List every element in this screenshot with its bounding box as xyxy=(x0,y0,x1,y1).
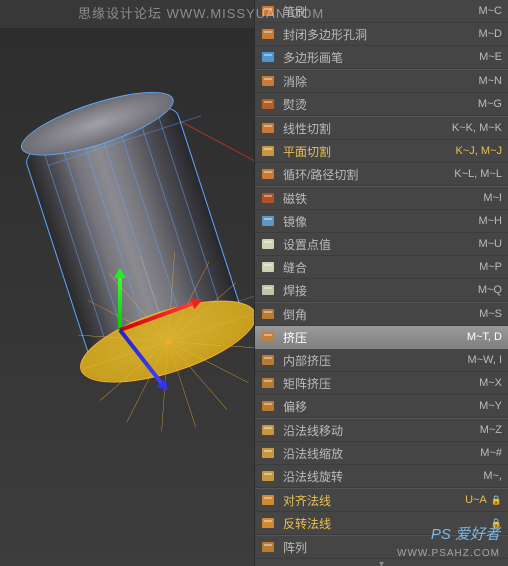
menu-shortcut: M~Q xyxy=(478,284,502,296)
menu-label: 磁铁 xyxy=(283,190,477,207)
matrix-ext-icon xyxy=(259,374,277,392)
menu-label: 缝合 xyxy=(283,259,473,276)
menu-shortcut: M~Z xyxy=(480,424,502,436)
magnet-icon xyxy=(259,189,277,207)
mirror-icon xyxy=(259,212,277,230)
menu-label: 挤压 xyxy=(283,329,461,346)
menu-item-mirror[interactable]: 镜像 M~H xyxy=(255,210,508,233)
menu-label: 倒角 xyxy=(283,306,473,323)
menu-item-normal-move[interactable]: 沿法线移动 M~Z xyxy=(255,419,508,442)
menu-item-extrude[interactable]: 挤压 M~T, D xyxy=(255,326,508,349)
menu-shortcut: M~U xyxy=(478,238,502,250)
normal-scale-icon xyxy=(259,444,277,462)
menu-label: 循环/路径切割 xyxy=(283,166,448,183)
menu-shortcut: K~L, M~L xyxy=(454,168,502,180)
menu-shortcut: M~T, D xyxy=(467,331,502,343)
menu-shortcut: K~J, M~J xyxy=(456,145,502,157)
menu-item-stitch[interactable]: 缝合 M~P xyxy=(255,256,508,279)
menu-shortcut: M~, xyxy=(483,470,502,482)
menu-label: 设置点值 xyxy=(283,236,472,253)
context-menu: 笔刷M~C封闭多边形孔洞M~D多边形画笔M~E消除M~N熨烫M~G线性切割K~K… xyxy=(254,0,508,566)
flip-norm-icon xyxy=(259,514,277,532)
menu-label: 内部挤压 xyxy=(283,352,461,369)
menu-item-normal-scale[interactable]: 沿法线缩放 M~# xyxy=(255,442,508,465)
menu-label: 偏移 xyxy=(283,398,473,415)
iron-icon xyxy=(259,95,277,113)
menu-shortcut: M~D xyxy=(478,28,502,40)
weld-icon xyxy=(259,281,277,299)
menu-item-knife[interactable]: 线性切割 K~K, M~K xyxy=(255,117,508,140)
menu-item-inner-ext[interactable]: 内部挤压 M~W, I xyxy=(255,349,508,372)
menu-shortcut: M~S xyxy=(479,308,502,320)
menu-shortcut: M~I xyxy=(483,192,502,204)
menu-label: 消除 xyxy=(283,73,472,90)
axis-gizmo[interactable] xyxy=(120,330,122,332)
align-norm-icon xyxy=(259,491,277,509)
menu-item-normal-rot[interactable]: 沿法线旋转 M~, xyxy=(255,465,508,488)
viewport-3d[interactable] xyxy=(0,0,254,566)
menu-item-matrix-ext[interactable]: 矩阵挤压 M~X xyxy=(255,372,508,395)
menu-shortcut: K~K, M~K xyxy=(452,122,502,134)
menu-shortcut: M~G xyxy=(478,98,502,110)
stitch-icon xyxy=(259,258,277,276)
watermark-top: 思缘设计论坛 WWW.MISSYUAN.COM xyxy=(78,3,324,22)
normal-rot-icon xyxy=(259,467,277,485)
menu-shortcut: M~Y xyxy=(479,400,502,412)
inner-ext-icon xyxy=(259,351,277,369)
loop-cut-icon xyxy=(259,165,277,183)
menu-label: 平面切割 xyxy=(283,143,450,160)
menu-item-dissolve[interactable]: 消除 M~N xyxy=(255,70,508,93)
extrude-icon xyxy=(259,328,277,346)
menu-label: 熨烫 xyxy=(283,96,472,113)
menu-shortcut: M~P xyxy=(479,261,502,273)
menu-item-magnet[interactable]: 磁铁 M~I xyxy=(255,187,508,210)
watermark-bottom: PS 爱好者 WWW.PSAHZ.COM xyxy=(397,527,500,560)
menu-item-bevel[interactable]: 倒角 M~S xyxy=(255,303,508,326)
menu-shortcut: U~A xyxy=(465,494,487,506)
normal-move-icon xyxy=(259,421,277,439)
menu-item-loop-cut[interactable]: 循环/路径切割 K~L, M~L xyxy=(255,163,508,186)
menu-scroll-down[interactable]: ▾ xyxy=(255,559,508,566)
knife-icon xyxy=(259,119,277,137)
menu-shortcut: M~E xyxy=(479,51,502,63)
menu-shortcut: M~C xyxy=(478,5,502,17)
menu-item-iron[interactable]: 熨烫 M~G xyxy=(255,93,508,116)
menu-label: 对齐法线 xyxy=(283,492,459,509)
lock-icon: 🔒 xyxy=(491,495,502,506)
poly-pen-icon xyxy=(259,48,277,66)
menu-label: 封闭多边形孔洞 xyxy=(283,26,472,43)
menu-shortcut: M~N xyxy=(478,75,502,87)
axis-y-handle[interactable] xyxy=(118,270,122,330)
menu-label: 沿法线缩放 xyxy=(283,445,474,462)
set-point-icon xyxy=(259,235,277,253)
menu-label: 镜像 xyxy=(283,213,472,230)
menu-label: 线性切割 xyxy=(283,120,446,137)
menu-shortcut: M~H xyxy=(478,215,502,227)
menu-shortcut: M~X xyxy=(479,377,502,389)
menu-shortcut: M~# xyxy=(480,447,502,459)
menu-item-plane-cut[interactable]: 平面切割 K~J, M~J xyxy=(255,140,508,163)
menu-list: 笔刷M~C封闭多边形孔洞M~D多边形画笔M~E消除M~N熨烫M~G线性切割K~K… xyxy=(255,0,508,559)
menu-label: 多边形画笔 xyxy=(283,49,473,66)
menu-label: 焊接 xyxy=(283,282,472,299)
close-poly-icon xyxy=(259,25,277,43)
plane-cut-icon xyxy=(259,142,277,160)
bevel-icon xyxy=(259,305,277,323)
menu-item-poly-pen[interactable]: 多边形画笔 M~E xyxy=(255,46,508,69)
array-icon xyxy=(259,538,277,556)
dissolve-icon xyxy=(259,72,277,90)
menu-shortcut: M~W, I xyxy=(467,354,502,366)
menu-label: 沿法线旋转 xyxy=(283,468,477,485)
menu-item-offset[interactable]: 偏移 M~Y xyxy=(255,395,508,418)
offset-icon xyxy=(259,397,277,415)
menu-item-set-point[interactable]: 设置点值 M~U xyxy=(255,233,508,256)
menu-item-align-norm[interactable]: 对齐法线 U~A 🔒 xyxy=(255,489,508,512)
menu-item-weld[interactable]: 焊接 M~Q xyxy=(255,279,508,302)
menu-label: 矩阵挤压 xyxy=(283,375,473,392)
menu-label: 沿法线移动 xyxy=(283,422,474,439)
menu-item-close-poly[interactable]: 封闭多边形孔洞 M~D xyxy=(255,23,508,46)
